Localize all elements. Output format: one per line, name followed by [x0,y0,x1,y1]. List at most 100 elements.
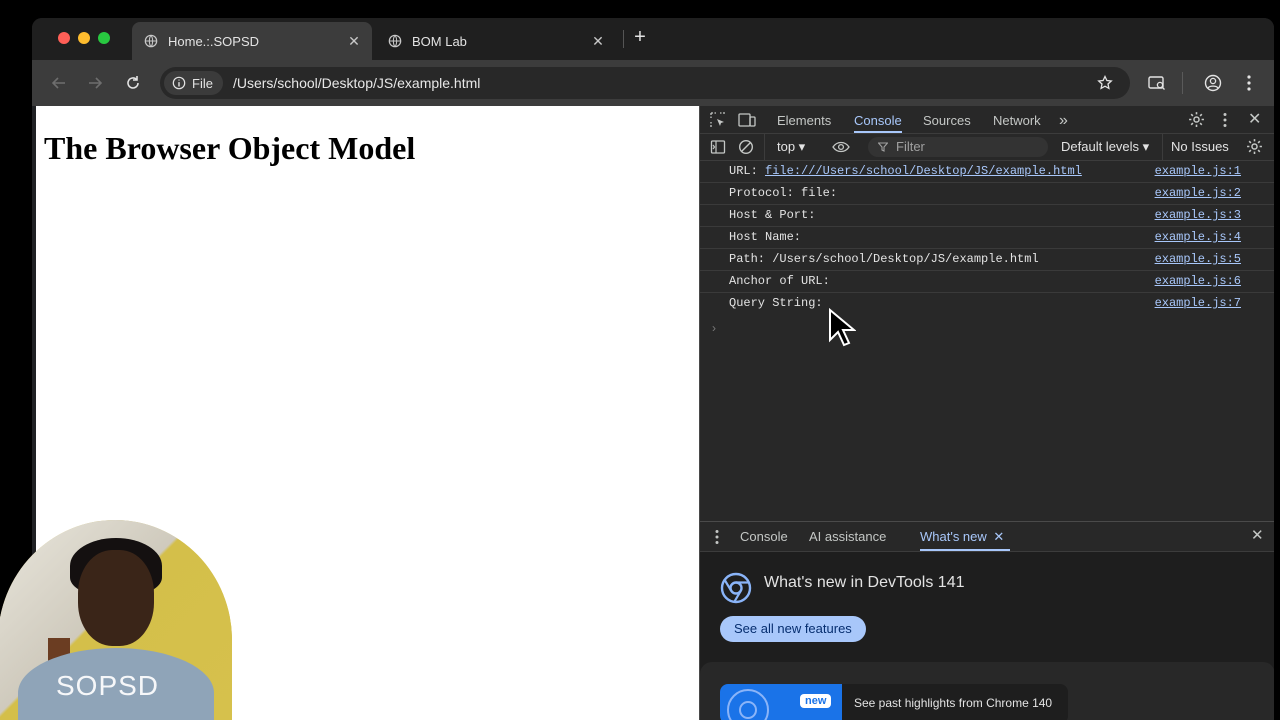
reload-button[interactable] [122,72,144,94]
url-text[interactable]: /Users/school/Desktop/JS/example.html [233,75,480,91]
tab-bom-lab[interactable]: BOM Lab ✕ [376,22,616,60]
back-button[interactable] [48,72,70,94]
close-tab-icon[interactable]: ✕ [588,33,608,50]
inspect-element-icon[interactable] [710,112,726,128]
log-levels-dropdown[interactable]: Default levels ▾ [1061,139,1149,155]
chrome-outline-icon [727,689,769,720]
console-filter-input[interactable]: Filter [868,137,1048,157]
browser-menu-icon[interactable] [1246,74,1252,92]
device-toolbar-icon[interactable] [738,112,756,128]
new-tab-button[interactable]: + [630,26,650,50]
console-source-link[interactable]: example.js:6 [1155,271,1241,292]
webcam-overlay: SOPSD [0,520,232,720]
console-message: Protocol: file: [729,186,838,200]
close-window-button[interactable] [58,32,70,44]
issues-counter[interactable]: No Issues [1171,139,1229,154]
more-tabs-button[interactable]: » [1059,106,1068,133]
sidebar-toggle-icon[interactable] [710,139,726,155]
forward-button[interactable] [84,72,106,94]
console-url-link[interactable]: file:///Users/school/Desktop/JS/example.… [765,164,1082,178]
tab-home-sopsd[interactable]: Home.:.SOPSD ✕ [132,22,372,60]
console-message: Query String: [729,296,823,310]
drawer-menu-icon[interactable] [714,529,720,545]
console-source-link[interactable]: example.js:1 [1155,161,1241,182]
maximize-window-button[interactable] [98,32,110,44]
info-icon [172,76,186,90]
console-row: Host Name: example.js:4 [700,227,1274,249]
address-bar[interactable]: File /Users/school/Desktop/JS/example.ht… [160,67,1130,99]
settings-gear-icon[interactable] [1188,111,1205,128]
minimize-window-button[interactable] [78,32,90,44]
drawer-tab-whats-new[interactable]: What's new ✕ [920,522,1010,551]
arrow-right-icon [89,77,103,89]
live-expression-eye-icon[interactable] [832,140,850,154]
console-toolbar: top ▾ Filter Default levels ▾ No Issues [700,134,1274,161]
highlights-section: new See past highlights from Chrome 140 [700,662,1274,720]
presenter-face [78,550,154,646]
console-source-link[interactable]: example.js:3 [1155,205,1241,226]
new-badge: new [800,694,832,708]
drawer-tab-console[interactable]: Console [740,522,788,551]
reload-icon [127,76,139,89]
globe-icon [144,34,158,48]
console-source-link[interactable]: example.js:4 [1155,227,1241,248]
close-drawer-icon[interactable]: ✕ [1251,526,1264,544]
globe-icon [388,34,402,48]
console-settings-gear-icon[interactable] [1246,138,1263,155]
tab-elements[interactable]: Elements [777,106,831,133]
tab-title: BOM Lab [412,33,467,49]
console-message: Host Name: [729,230,802,244]
console-row: Path: /Users/school/Desktop/JS/example.h… [700,249,1274,271]
console-output: URL: file:///Users/school/Desktop/JS/exa… [700,161,1274,521]
console-row: URL: file:///Users/school/Desktop/JS/exa… [700,161,1274,183]
close-tab-icon[interactable]: ✕ [344,33,364,50]
profile-icon[interactable] [1204,74,1222,92]
clear-console-icon[interactable] [738,139,754,155]
toolbar-divider [764,134,765,160]
context-selector[interactable]: top ▾ [777,139,805,155]
chrome-highlights-thumbnail: new [720,684,842,720]
console-source-link[interactable]: example.js:2 [1155,183,1241,204]
highlights-card[interactable]: new See past highlights from Chrome 140 [720,684,1068,720]
filter-funnel-icon [878,142,888,152]
tab-network[interactable]: Network [993,106,1041,133]
console-message: Path: /Users/school/Desktop/JS/example.h… [729,252,1039,266]
console-message: URL: [729,164,766,178]
bookmark-star-icon[interactable] [1097,75,1113,91]
tab-divider [623,30,624,48]
drawer-tab-label: What's new [920,529,987,544]
browser-toolbar: File /Users/school/Desktop/JS/example.ht… [32,60,1274,106]
devtools-tab-bar: Elements Console Sources Network » ✕ [700,106,1274,134]
close-devtools-icon[interactable]: ✕ [1248,109,1261,129]
toolbar-divider [1162,134,1163,160]
console-source-link[interactable]: example.js:7 [1155,293,1241,314]
console-row: Protocol: file: example.js:2 [700,183,1274,205]
toolbar-divider [1182,72,1183,94]
drawer-tab-ai-assistance[interactable]: AI assistance [809,522,886,551]
drawer-tab-bar: Console AI assistance What's new ✕ ✕ [700,522,1274,552]
console-source-link[interactable]: example.js:5 [1155,249,1241,270]
devtools-menu-icon[interactable] [1222,112,1228,128]
tab-search-icon[interactable] [1148,75,1166,91]
sopsd-watermark: SOPSD [56,670,160,701]
console-row: Host & Port: example.js:3 [700,205,1274,227]
devtools-drawer: Console AI assistance What's new ✕ ✕ Wha… [700,521,1274,720]
console-row: Anchor of URL: example.js:6 [700,271,1274,293]
mouse-cursor-icon [829,308,856,347]
whats-new-title: What's new in DevTools 141 [764,574,965,591]
chrome-logo-icon [720,572,752,604]
console-prompt[interactable]: › [712,321,716,335]
tab-sources[interactable]: Sources [923,106,971,133]
arrow-left-icon [51,77,65,89]
console-message: Host & Port: [729,208,816,222]
site-info-label: File [192,75,213,91]
tab-console[interactable]: Console [854,106,902,133]
close-tab-icon[interactable]: ✕ [993,529,1004,544]
page-heading: The Browser Object Model [44,130,416,166]
console-message: Anchor of URL: [729,274,830,288]
filter-placeholder: Filter [896,139,925,154]
tab-title: Home.:.SOPSD [168,33,260,49]
tab-strip: Home.:.SOPSD ✕ BOM Lab ✕ + [32,18,1274,60]
site-info-chip[interactable]: File [164,71,223,95]
see-all-features-button[interactable]: See all new features [720,616,866,642]
